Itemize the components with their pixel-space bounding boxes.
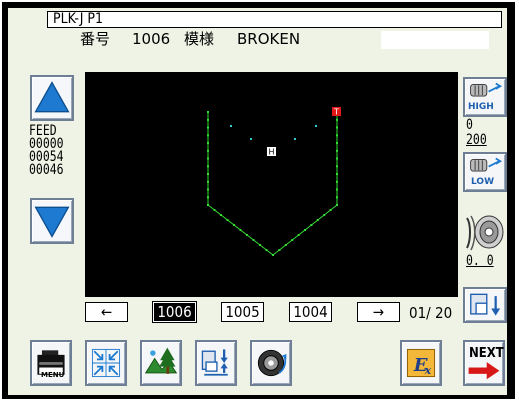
feed-value-3: 00046 xyxy=(29,162,64,178)
pattern-number-label: 番号 xyxy=(80,30,111,48)
pattern-name-value: BROKEN xyxy=(237,30,301,48)
stitch-point xyxy=(336,142,338,144)
stitch-point xyxy=(336,188,338,191)
stitch-point xyxy=(336,118,338,121)
stitch-point xyxy=(207,142,209,144)
stitch-point xyxy=(207,118,209,121)
stitch-point xyxy=(207,204,209,206)
pattern-load-button[interactable] xyxy=(463,287,507,323)
stitch-point xyxy=(316,219,319,221)
arrow-right-icon xyxy=(468,362,500,380)
stitch-point xyxy=(336,165,338,168)
stitch-point xyxy=(207,157,209,160)
stitch-point xyxy=(336,134,338,137)
stitch-point xyxy=(284,244,287,246)
stitch-point xyxy=(207,134,209,137)
hoop-down-icon xyxy=(470,293,501,316)
stitch-point xyxy=(336,180,338,183)
home-marker: H xyxy=(267,147,276,157)
stitch-path xyxy=(207,111,338,256)
stitch-point xyxy=(259,244,261,246)
stitch-point xyxy=(207,173,209,175)
end-marker-label: T xyxy=(333,108,339,117)
stitch-point xyxy=(323,214,326,216)
next-button[interactable]: NEXT xyxy=(463,340,505,386)
triangle-down-icon xyxy=(34,206,70,238)
pattern-slot-1[interactable]: 1006 xyxy=(152,301,197,323)
stitch-point xyxy=(207,180,209,183)
menu-button[interactable]: MENU xyxy=(30,340,72,386)
stitch-point xyxy=(291,239,294,241)
compress-arrows-icon xyxy=(91,348,121,378)
tension-value: 0. 0 xyxy=(466,253,494,269)
stitch-point xyxy=(207,111,209,113)
pattern-slot-3[interactable]: 1004 xyxy=(289,302,332,322)
stitch-point xyxy=(304,229,306,231)
stitch-point xyxy=(246,234,248,236)
end-marker: T xyxy=(332,107,341,117)
pattern-info-row: 番号 1006 模様 BROKEN xyxy=(80,28,490,50)
program-title: PLK-J P1 xyxy=(53,11,104,27)
stitch-point xyxy=(207,165,209,168)
pattern-number-value: 1006 xyxy=(132,30,171,48)
stitch-point xyxy=(213,209,216,211)
thread-tension-button[interactable] xyxy=(463,210,507,254)
stitch-point xyxy=(297,234,300,236)
feed-down-button[interactable] xyxy=(30,198,74,244)
pattern-next-button[interactable]: → xyxy=(357,302,400,322)
stitch-point xyxy=(336,126,338,129)
stitch-point xyxy=(336,149,338,152)
speed-low-label: LOW xyxy=(471,177,494,187)
stitch-point xyxy=(220,214,222,216)
page-indicator: 01/ 20 xyxy=(409,304,453,322)
speed-value-bottom: 200 xyxy=(466,132,487,148)
pattern-slot-2[interactable]: 1005 xyxy=(221,302,264,322)
pattern-prev-button[interactable]: ← xyxy=(85,302,128,322)
stitch-point xyxy=(310,224,313,226)
speed-value-top: 0 xyxy=(466,117,473,133)
extension-button[interactable]: E x xyxy=(400,340,442,386)
stitch-point xyxy=(336,196,338,199)
stitch-point xyxy=(329,209,332,211)
presser-foot-button[interactable] xyxy=(195,340,237,386)
presser-foot-icon xyxy=(201,349,228,376)
stitch-point xyxy=(233,224,235,226)
svg-text:x: x xyxy=(424,364,432,377)
ex-icon: E x xyxy=(406,348,436,378)
speed-high-label: HIGH xyxy=(468,102,494,112)
speed-high-button[interactable]: HIGH xyxy=(463,77,507,117)
bobbin-winder-icon xyxy=(257,349,287,377)
program-title-bar: PLK-J P1 xyxy=(47,11,502,28)
feed-up-button[interactable] xyxy=(30,75,74,121)
stitch-point xyxy=(239,229,242,231)
scenery-view-button[interactable] xyxy=(140,340,182,386)
speed-low-button[interactable]: LOW xyxy=(463,152,507,192)
stitch-point xyxy=(336,204,338,206)
stitch-pattern-view[interactable]: H T xyxy=(85,72,458,297)
stitch-point xyxy=(336,157,338,160)
landscape-trees-icon xyxy=(144,347,178,374)
stitch-point xyxy=(278,249,281,251)
stitch-pattern-svg: H T xyxy=(207,107,341,256)
menu-label: MENU xyxy=(41,371,65,379)
stitch-point xyxy=(207,196,209,199)
home-marker-label: H xyxy=(268,148,274,157)
stitch-point xyxy=(207,149,209,152)
stitch-point xyxy=(252,239,255,241)
stitch-point xyxy=(265,249,268,251)
tension-dial-icon xyxy=(466,215,504,251)
pattern-name-label: 模様 xyxy=(184,30,215,48)
stitch-point xyxy=(207,126,209,129)
center-position-button[interactable] xyxy=(85,340,127,386)
stitch-point xyxy=(336,173,338,175)
winder-button[interactable] xyxy=(250,340,292,386)
triangle-up-icon xyxy=(34,81,70,113)
stitch-point xyxy=(207,188,209,191)
stitch-point xyxy=(226,219,229,221)
stitch-point xyxy=(272,254,274,256)
jump-dots xyxy=(230,125,317,140)
